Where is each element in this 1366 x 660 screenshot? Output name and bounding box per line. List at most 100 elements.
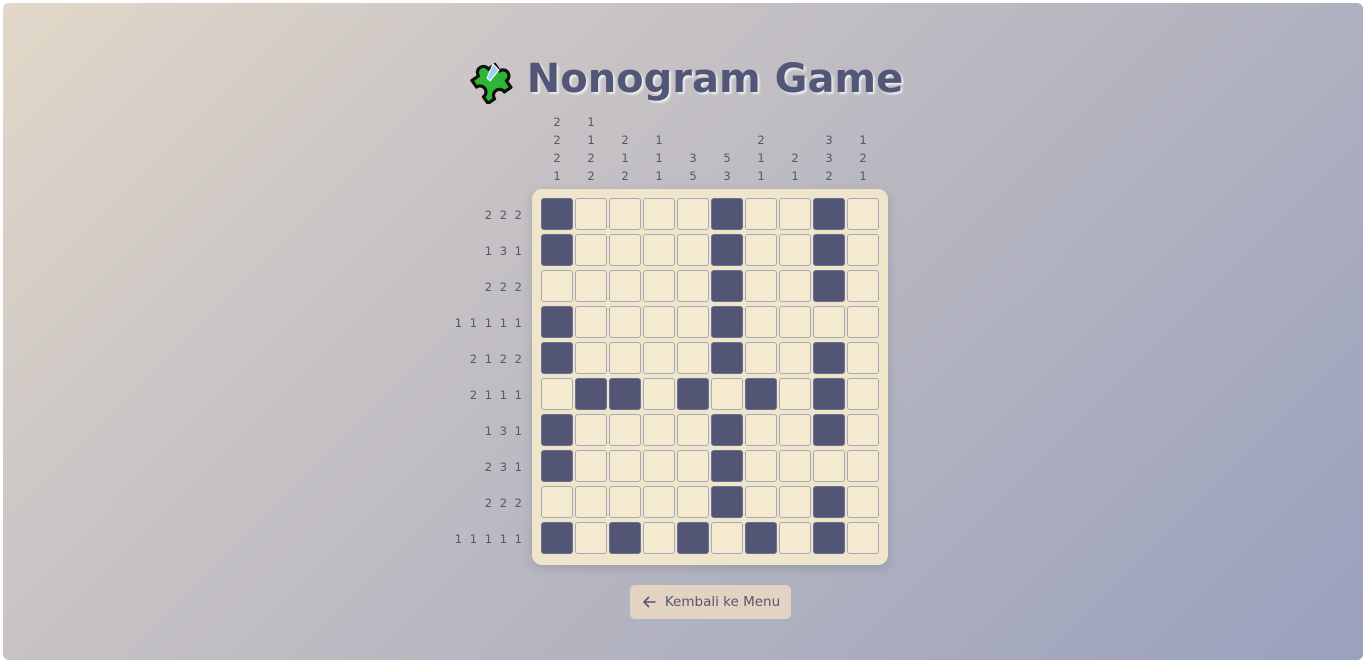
grid-cell-empty[interactable] [541,270,573,302]
grid-cell-empty[interactable] [541,378,573,410]
grid-cell-empty[interactable] [847,198,879,230]
grid-cell-empty[interactable] [847,450,879,482]
grid-cell-empty[interactable] [847,378,879,410]
grid-cell-empty[interactable] [643,342,675,374]
grid-cell-filled[interactable] [677,378,709,410]
grid-cell-empty[interactable] [575,270,607,302]
grid-cell-empty[interactable] [609,486,641,518]
grid-cell-empty[interactable] [779,522,811,554]
grid-cell-empty[interactable] [643,198,675,230]
grid-cell-empty[interactable] [779,450,811,482]
grid-cell-filled[interactable] [541,342,573,374]
grid-cell-filled[interactable] [711,450,743,482]
grid-cell-empty[interactable] [677,234,709,266]
grid-cell-empty[interactable] [745,306,777,338]
grid-cell-filled[interactable] [541,522,573,554]
grid-cell-filled[interactable] [711,198,743,230]
grid-cell-empty[interactable] [609,342,641,374]
grid-cell-empty[interactable] [779,378,811,410]
grid-cell-empty[interactable] [643,270,675,302]
grid-cell-filled[interactable] [711,234,743,266]
grid-cell-filled[interactable] [813,486,845,518]
grid-cell-empty[interactable] [779,414,811,446]
grid-cell-empty[interactable] [847,486,879,518]
grid-cell-empty[interactable] [677,270,709,302]
grid-cell-empty[interactable] [745,234,777,266]
grid-cell-empty[interactable] [745,414,777,446]
grid-cell-filled[interactable] [541,450,573,482]
grid-cell-empty[interactable] [677,306,709,338]
grid-cell-empty[interactable] [779,306,811,338]
grid-cell-empty[interactable] [643,486,675,518]
grid-cell-empty[interactable] [643,414,675,446]
grid-cell-empty[interactable] [575,306,607,338]
grid-cell-filled[interactable] [541,414,573,446]
grid-cell-empty[interactable] [711,522,743,554]
grid-cell-empty[interactable] [677,414,709,446]
grid-cell-filled[interactable] [745,522,777,554]
back-to-menu-button[interactable]: Kembali ke Menu [630,585,791,619]
grid-cell-empty[interactable] [813,450,845,482]
grid-cell-empty[interactable] [677,342,709,374]
grid-cell-empty[interactable] [745,270,777,302]
grid-cell-empty[interactable] [575,486,607,518]
grid-cell-empty[interactable] [643,306,675,338]
grid-cell-empty[interactable] [575,342,607,374]
grid-cell-filled[interactable] [541,306,573,338]
grid-cell-empty[interactable] [575,522,607,554]
grid-cell-empty[interactable] [745,450,777,482]
grid-cell-empty[interactable] [745,198,777,230]
grid-cell-empty[interactable] [575,234,607,266]
grid-cell-empty[interactable] [779,342,811,374]
grid-cell-empty[interactable] [779,486,811,518]
grid-cell-filled[interactable] [711,342,743,374]
grid-cell-filled[interactable] [541,198,573,230]
grid-cell-empty[interactable] [541,486,573,518]
grid-cell-filled[interactable] [711,414,743,446]
grid-cell-empty[interactable] [643,234,675,266]
grid-cell-empty[interactable] [847,522,879,554]
grid-cell-filled[interactable] [813,522,845,554]
grid-cell-filled[interactable] [813,198,845,230]
grid-cell-filled[interactable] [813,378,845,410]
grid-cell-empty[interactable] [677,486,709,518]
grid-cell-filled[interactable] [711,270,743,302]
grid-cell-empty[interactable] [847,270,879,302]
grid-cell-empty[interactable] [609,234,641,266]
grid-cell-filled[interactable] [711,486,743,518]
grid-cell-empty[interactable] [779,198,811,230]
grid-cell-empty[interactable] [609,306,641,338]
grid-cell-empty[interactable] [847,234,879,266]
grid-cell-empty[interactable] [575,198,607,230]
grid-cell-empty[interactable] [609,414,641,446]
grid-cell-empty[interactable] [847,306,879,338]
grid-cell-empty[interactable] [677,450,709,482]
grid-cell-filled[interactable] [711,306,743,338]
grid-cell-empty[interactable] [745,486,777,518]
grid-cell-empty[interactable] [609,198,641,230]
grid-cell-filled[interactable] [609,522,641,554]
grid-cell-empty[interactable] [677,198,709,230]
grid-cell-filled[interactable] [575,378,607,410]
grid-cell-empty[interactable] [643,378,675,410]
grid-cell-filled[interactable] [813,234,845,266]
grid-cell-filled[interactable] [813,342,845,374]
grid-cell-empty[interactable] [575,414,607,446]
grid-cell-empty[interactable] [779,270,811,302]
grid-cell-empty[interactable] [745,342,777,374]
grid-cell-filled[interactable] [813,270,845,302]
grid-cell-empty[interactable] [847,414,879,446]
grid-cell-empty[interactable] [575,450,607,482]
grid-cell-filled[interactable] [677,522,709,554]
grid-cell-filled[interactable] [745,378,777,410]
grid-cell-filled[interactable] [609,378,641,410]
grid-cell-empty[interactable] [847,342,879,374]
grid-cell-empty[interactable] [643,450,675,482]
grid-cell-filled[interactable] [813,414,845,446]
grid-cell-filled[interactable] [541,234,573,266]
grid-cell-empty[interactable] [609,270,641,302]
grid-cell-empty[interactable] [643,522,675,554]
grid-cell-empty[interactable] [779,234,811,266]
grid-cell-empty[interactable] [609,450,641,482]
grid-cell-empty[interactable] [813,306,845,338]
